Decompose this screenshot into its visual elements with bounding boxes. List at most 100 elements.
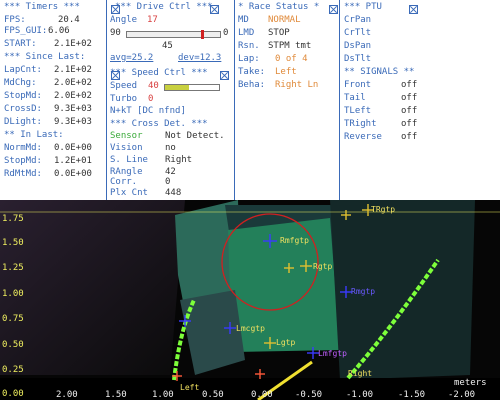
drive-column: *** Drive Ctrl *** Angle 17 90 0 45 avg=… — [107, 0, 235, 200]
marker-label-rmgtp: Rmgtp — [351, 287, 376, 296]
camera-view: TRgtp Rmfgtp Rgtp Rmgtp Lmcgtp Lgtp Lmfg… — [0, 200, 500, 400]
race-close-icon[interactable] — [329, 5, 338, 14]
plxcnt-label: Plx Cnt — [110, 188, 148, 198]
sline-label: S. Line — [110, 155, 148, 165]
drive-header: *** Drive Ctrl *** — [115, 2, 213, 12]
since-last-header: *** Since Last: — [4, 52, 86, 62]
signal-tail-label: Tail — [344, 93, 366, 103]
corr-value: 0 — [165, 177, 171, 187]
ptu-item-crtlt[interactable]: CrTlt — [344, 28, 371, 39]
speed-label: Speed — [110, 81, 138, 91]
angle-label: Angle — [110, 15, 138, 25]
md-label: MD — [238, 15, 249, 25]
signals-header: ** SIGNALS ** — [344, 67, 415, 77]
signal-reverse-value: off — [401, 132, 418, 142]
marker-label-lmcgtp: Lmcgtp — [236, 324, 265, 333]
angle-value: 17 — [147, 15, 158, 25]
sensor-value: Not Detect. — [165, 131, 225, 141]
control-panel: *** Timers *** FPS: 20.4 FPS_GUI: 6.06 S… — [0, 0, 500, 200]
y-tick-label: 0.25 — [2, 365, 24, 375]
vision-label: Vision — [110, 143, 143, 153]
signal-tail-value: off — [401, 93, 418, 103]
dlight-value: 9.3E+03 — [54, 117, 92, 127]
vision-value: no — [165, 143, 176, 153]
race-column: * Race Status * MD NORMAL LMD STOP Rsn. … — [235, 0, 340, 200]
camera-overlay — [0, 200, 500, 400]
x-tick-label: 2.00 — [56, 390, 78, 400]
beha-label: Beha: — [238, 80, 266, 90]
units-label: meters — [454, 378, 487, 388]
in-last-header: ** In Last: — [4, 130, 64, 140]
speed-bar — [164, 84, 220, 91]
start-value: 2.1E+02 — [54, 39, 92, 49]
scene-left-dark — [0, 200, 185, 375]
drive-expand-icon[interactable] — [210, 5, 219, 14]
slider-max: 0 — [223, 28, 229, 38]
signal-front-value: off — [401, 80, 418, 90]
signal-tright-label: TRight — [344, 119, 377, 129]
ptu-item-crpan[interactable]: CrPan — [344, 15, 371, 26]
y-tick-label: 0.50 — [2, 340, 24, 350]
signal-tright-value: off — [401, 119, 418, 129]
sensor-label: Sensor — [110, 131, 143, 141]
y-tick-label: 1.50 — [2, 238, 24, 248]
angle-slider[interactable] — [126, 30, 221, 39]
normmd-value: 0.0E+00 — [54, 143, 92, 153]
stopmd-in-value: 1.2E+01 — [54, 156, 92, 166]
stopmd-in-label: StopMd: — [4, 156, 42, 166]
speed-value: 40 — [148, 81, 159, 91]
md-value: NORMAL — [268, 15, 301, 25]
fpsgui-label: FPS_GUI: — [4, 26, 48, 36]
take-label: Take: — [238, 67, 266, 77]
speed-expand-icon[interactable] — [220, 71, 229, 80]
crossd-value: 9.3E+03 — [54, 104, 92, 114]
speed-bar-fill — [165, 85, 190, 90]
nkt-value: N+kT [DC nfnd] — [110, 106, 186, 116]
lmd-label: LMD — [238, 28, 255, 38]
y-tick-label: 1.25 — [2, 263, 24, 273]
signal-front-label: Front — [344, 80, 372, 90]
cross-header: *** Cross Det. *** — [110, 119, 208, 129]
dlight-label: DLight: — [4, 117, 42, 127]
signal-tleft-label: TLeft — [344, 106, 372, 116]
fps-value: 20.4 — [58, 15, 80, 25]
angle-center-value: 45 — [162, 41, 173, 51]
x-tick-label: -1.00 — [346, 390, 374, 400]
signal-reverse-label: Reverse — [344, 132, 382, 142]
normmd-label: NormMd: — [4, 143, 42, 153]
speed-header: *** Speed Ctrl *** — [110, 68, 208, 78]
slider-min: 90 — [110, 28, 121, 38]
angle-slider-knob[interactable] — [200, 30, 204, 39]
ptu-item-dspan[interactable]: DsPan — [344, 41, 371, 52]
x-tick-label: 1.50 — [105, 390, 127, 400]
marker-label-rmfgtp: Rmfgtp — [280, 236, 309, 245]
ptu-item-dstlt[interactable]: DsTlt — [344, 54, 371, 65]
lap-label: Lap: — [238, 54, 260, 64]
rdmtmd-value: 0.0E+00 — [54, 169, 92, 179]
start-label: START: — [4, 39, 37, 49]
ptu-header: *** PTU — [344, 2, 382, 12]
lapcnt-label: LapCnt: — [4, 65, 42, 75]
mdchg-value: 2.0E+02 — [54, 78, 92, 88]
x-tick-label: -1.50 — [398, 390, 426, 400]
timers-column: *** Timers *** FPS: 20.4 FPS_GUI: 6.06 S… — [0, 0, 107, 200]
timers-header: *** Timers *** — [4, 2, 80, 12]
crossd-label: CrossD: — [4, 104, 42, 114]
turbo-label: Turbo — [110, 94, 138, 104]
ptu-close-icon[interactable] — [409, 5, 418, 14]
x-tick-label: 0.50 — [202, 390, 224, 400]
take-value: Left — [275, 67, 297, 77]
x-tick-label: -2.00 — [448, 390, 476, 400]
y-tick-label: 1.75 — [2, 214, 24, 224]
lap-value: 0 of 4 — [275, 54, 308, 64]
rdmtmd-label: RdMtMd: — [4, 169, 42, 179]
plxcnt-value: 448 — [165, 188, 182, 198]
mdchg-label: MdChg: — [4, 78, 37, 88]
rsn-label: Rsn. — [238, 41, 260, 51]
turbo-value: 0 — [148, 94, 154, 104]
marker-label-trgtp: TRgtp — [371, 205, 396, 214]
marker-label-right: Right — [348, 369, 373, 378]
marker-label-lmfgtp: Lmfgtp — [318, 349, 347, 358]
sline-value: Right — [165, 155, 193, 165]
rsn-value: STPM tmt — [268, 41, 312, 51]
